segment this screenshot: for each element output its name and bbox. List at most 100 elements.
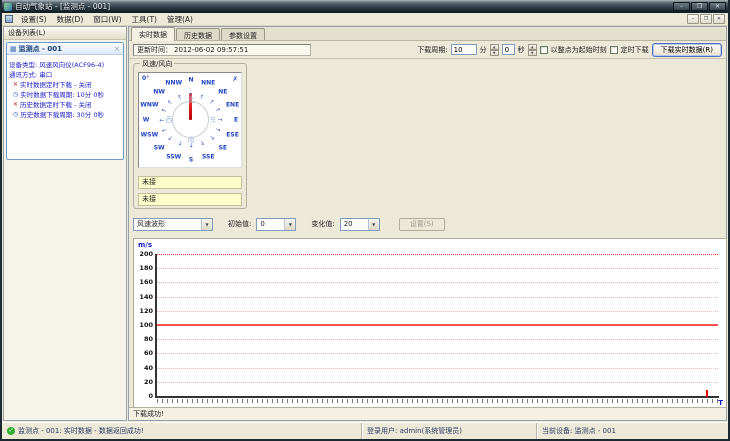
wind-group-label: 风速/风向: [140, 59, 175, 69]
compass-arrow-icon: →: [207, 133, 216, 142]
compass-direction-label: ENE: [225, 101, 240, 109]
success-check-icon: ✓: [7, 427, 15, 435]
period-minutes-input[interactable]: [450, 44, 477, 55]
mdi-minimize-button[interactable]: –: [687, 14, 699, 24]
chart-controls: 风速波形 ▼ 初始值: 0 ▼ 变化值: 20 ▼ 设置(S): [133, 216, 445, 232]
initial-value-select[interactable]: 0 ▼: [256, 217, 297, 231]
menu-item-2[interactable]: 数据(D): [53, 13, 88, 26]
menubar: 设置(S) 数据(D) 窗口(W) 工具(T) 管理(A) – ❐ ✕: [2, 13, 728, 26]
menu-item-4[interactable]: 工具(T): [128, 13, 161, 26]
compass-direction-label: N: [188, 76, 194, 84]
titlebar: 自动气象站 - [监测点 - 001] – ❐ ✕: [2, 0, 728, 13]
app-window: 自动气象站 - [监测点 - 001] – ❐ ✕ 设置(S) 数据(D) 窗口(W…: [0, 0, 730, 441]
reference-line-200: [157, 254, 718, 255]
gridline: [157, 367, 718, 369]
wind-speed-chart: m/s T 0 20 40 60 80 100 120 140 160 180 200: [133, 238, 727, 409]
window-body: 设备列表(L) ▦ 监测点 - 001 × 设备类型: 风速风向仪(ACF96-…: [2, 26, 728, 422]
seconds-stepper[interactable]: ▲ ▼: [527, 43, 537, 56]
compass-direction-label: WSW: [140, 131, 159, 139]
app-icon: [4, 2, 12, 11]
device-info-text: 通讯方式: 串口: [9, 71, 53, 79]
no-data-x-icon: ✗: [232, 75, 238, 83]
gridline: [157, 282, 718, 284]
minutes-stepper[interactable]: ▲ ▼: [489, 43, 499, 56]
device-info-text: 历史数据定时下载 - 关闭: [20, 101, 92, 109]
mdi-close-button[interactable]: ✕: [713, 14, 725, 24]
minimize-button[interactable]: –: [673, 2, 690, 11]
device-info-text: 实时数据下载周期: 10分 0秒: [20, 91, 104, 99]
update-time-value: 2012-06-02 09:57:51: [174, 45, 249, 54]
statusbar-result-pane: ✓ 监测点 - 001: 实时数据 - 数据返回成功!: [2, 423, 362, 439]
compass-direction-label: NE: [218, 88, 228, 96]
compass-direction-label: NNE: [201, 79, 216, 87]
compass-direction-label: SSE: [201, 153, 215, 161]
panel-close-icon[interactable]: ×: [114, 45, 120, 53]
compass-arrow-icon: →: [166, 133, 175, 142]
y-tick-label: 180: [139, 264, 153, 273]
timed-download-label: 定时下载: [620, 45, 649, 54]
gridline: [157, 381, 718, 383]
compass-arrow-icon: →: [214, 106, 222, 115]
compass-direction-label: WNW: [140, 101, 159, 109]
y-tick-label: 140: [139, 292, 153, 301]
device-info-line: ✕ 实时数据定时下载 - 关闭: [9, 79, 121, 90]
compass-direction-label: S: [188, 156, 194, 164]
mdi-restore-button[interactable]: ❐: [700, 14, 712, 24]
initial-value-label: 初始值:: [228, 220, 252, 228]
compass-arrow-icon: →: [166, 98, 175, 107]
settings-button[interactable]: 设置(S): [398, 217, 445, 231]
menu-item-5[interactable]: 管理(A): [163, 13, 197, 26]
waveform-select[interactable]: 风速波形 ▼: [133, 217, 213, 231]
chevron-down-icon: ▼: [367, 218, 379, 230]
tab-3[interactable]: 参数设置: [221, 28, 265, 40]
device-list-sidebar: 设备列表(L) ▦ 监测点 - 001 × 设备类型: 风速风向仪(ACF96-…: [3, 26, 127, 421]
align-start-checkbox[interactable]: [539, 45, 548, 54]
timed-download-checkbox[interactable]: [609, 45, 618, 54]
y-tick-label: 120: [139, 306, 153, 315]
compass-arrow-icon: →: [197, 93, 207, 101]
gridline: [157, 339, 718, 341]
menu-items: 设置(S) 数据(D) 窗口(W) 工具(T) 管理(A): [17, 13, 199, 26]
tab-2[interactable]: 历史数据: [176, 28, 220, 40]
mdi-child-icon: [5, 15, 13, 23]
x-axis-red-marker: [706, 390, 708, 397]
gridline: [157, 353, 718, 355]
device-panel-title: 监测点 - 001: [18, 44, 63, 53]
device-info-list: 设备类型: 风速风向仪(ACF96-4) 通讯方式: 串口 ✕ 实时数据定时下载 - …: [7, 55, 123, 123]
menu-item-3[interactable]: 窗口(W): [89, 13, 125, 26]
device-info-line: 通讯方式: 串口: [9, 69, 121, 79]
wind-compass: 0° ✗ N → NNE → NE → ENE → E → ESE → SE → SSE → S → SSW → SW →…: [138, 72, 242, 168]
x-icon: ✕: [13, 80, 19, 88]
maximize-button[interactable]: ❐: [691, 2, 708, 11]
download-realtime-button[interactable]: 下载实时数据(R): [651, 42, 722, 57]
compass-arrow-icon: →: [207, 98, 216, 107]
wind-group: 风速/风向 0° ✗ N → NNE → NE → ENE → E → ESE → SE → SSE → S → S…: [133, 59, 247, 209]
gridline: [157, 296, 718, 298]
statusbar-user-pane: 登录用户: admin(系统管理员): [362, 423, 537, 439]
device-panel: ▦ 监测点 - 001 × 设备类型: 风速风向仪(ACF96-4) 通讯方式: …: [6, 42, 124, 160]
wind-speed-field: 未接: [138, 176, 242, 189]
gridline: [157, 268, 718, 270]
device-info-line: ✕ 历史数据定时下载 - 关闭: [9, 99, 121, 110]
y-tick-label: 20: [143, 377, 153, 386]
x-axis-end-label: T: [718, 399, 723, 407]
y-tick-label: 60: [143, 349, 153, 358]
gridline: [157, 310, 718, 312]
download-period-label: 下载周期:: [417, 45, 448, 54]
statusbar-device-text: 当前设备: 监测点 - 001: [542, 427, 616, 435]
compass-direction-label: ESE: [226, 131, 239, 139]
close-button[interactable]: ✕: [709, 2, 726, 11]
device-info-text: 实时数据定时下载 - 关闭: [20, 81, 92, 89]
compass-arrow-icon: →: [214, 125, 222, 134]
compass-arrow-icon: →: [175, 93, 185, 101]
menu-item-1[interactable]: 设置(S): [17, 13, 51, 26]
device-info-line: ◷ 实时数据下载周期: 10分 0秒: [9, 89, 121, 100]
period-seconds-input[interactable]: [501, 44, 515, 55]
device-info-line: 设备类型: 风速风向仪(ACF96-4): [9, 59, 121, 69]
chevron-down-icon: ▼: [284, 218, 296, 230]
clock-icon: ◷: [13, 110, 19, 118]
chevron-down-icon: ▼: [201, 218, 212, 230]
change-value-select[interactable]: 20 ▼: [339, 217, 380, 231]
tab-1[interactable]: 实时数据: [131, 27, 175, 41]
device-panel-header[interactable]: ▦ 监测点 - 001 ×: [7, 43, 123, 55]
